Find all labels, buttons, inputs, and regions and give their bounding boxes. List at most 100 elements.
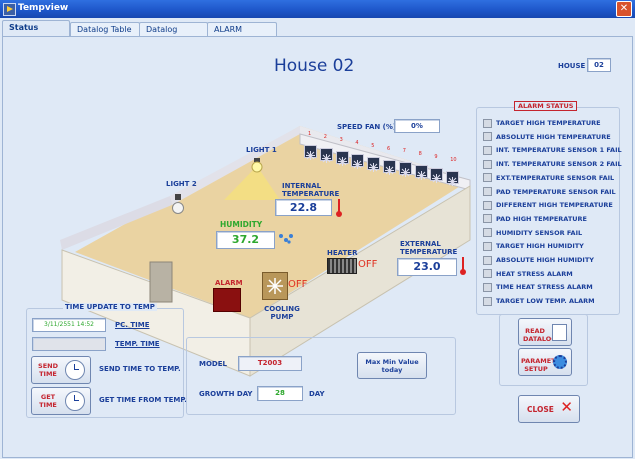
alarm-status-item: PAD HIGH TEMPERATURE (483, 214, 587, 224)
alarm-status-item: ABSOLUTE HIGH HUMIDITY (483, 255, 594, 265)
alarm-status-text: INT. TEMPERATURE SENSOR 1 FAIL (496, 146, 622, 155)
fan-number-label: 9 (434, 154, 438, 161)
light1-label: LIGHT 1 (246, 146, 277, 154)
alarm-status-item: INT. TEMPERATURE SENSOR 2 FAIL (483, 159, 622, 169)
alarm-status-item: HEAT STRESS ALARM (483, 269, 573, 279)
fan-number-label: 4 (355, 139, 359, 146)
front-door (149, 261, 173, 303)
alarm-led-icon (483, 173, 492, 183)
alarm-led-icon (483, 282, 492, 292)
alarm-status-text: HEAT STRESS ALARM (496, 269, 573, 278)
alarm-status-text: TARGET HIGH HUMIDITY (496, 242, 584, 251)
temp-time-field (32, 337, 106, 351)
heater-label: HEATER (327, 249, 358, 257)
pc-time-field: 3/11/2551 14:52 (32, 318, 106, 332)
alarm-led-icon (483, 296, 492, 306)
house-alarm-label: ALARM (215, 279, 243, 287)
humidity-label: HUMIDITY (220, 220, 263, 229)
light1-bulb-icon (251, 158, 263, 174)
external-temp-label: EXTERNAL TEMPERATURE (400, 240, 458, 256)
fan-number-label: 2 (323, 133, 327, 140)
alarm-led-icon (483, 255, 492, 265)
alarm-led-icon (483, 145, 492, 155)
alarm-status-item: TARGET HIGH HUMIDITY (483, 241, 584, 251)
alarm-status-item: TARGET LOW TEMP. ALARM (483, 296, 595, 306)
cooling-state: OFF (288, 279, 308, 290)
alarm-led-icon (483, 241, 492, 251)
model-value: T2003 (238, 356, 302, 371)
fan-number-label: 3 (339, 136, 343, 143)
fan-number-label: 1 (308, 131, 312, 137)
alarm-led-icon (483, 269, 492, 279)
exhaust-fan-icon (351, 153, 365, 169)
close-button[interactable]: CLOSE ✕ (518, 395, 580, 423)
alarm-status-text: HUMIDITY SENSOR FAIL (496, 228, 583, 237)
pc-time-label: PC. TIME (115, 321, 150, 329)
water-drops-icon (278, 230, 294, 244)
alarm-status-item: DIFFERENT HIGH TEMPERATURE (483, 200, 613, 210)
external-thermometer-icon (460, 257, 466, 275)
alarm-status-item: TARGET HIGH TEMPERATURE (483, 118, 601, 128)
alarm-status-title: ALARM STATUS (514, 101, 578, 111)
growth-day-unit: DAY (309, 390, 325, 398)
read-datalog-button[interactable]: READ DATALOG (518, 318, 572, 346)
gear-icon (553, 355, 567, 369)
alarm-status-text: PAD TEMPERATURE SENSOR FAIL (496, 187, 616, 196)
alarm-status-text: EXT.TEMPERATURE SENSOR FAIL (496, 173, 615, 182)
fan-number-label: 5 (371, 142, 375, 149)
parameter-setup-button[interactable]: PARAMETER SETUP (518, 348, 572, 376)
alarm-led-icon (483, 118, 492, 128)
alarm-status-item: HUMIDITY SENSOR FAIL (483, 228, 582, 238)
internal-temp-label: INTERNAL TEMPERATURE (282, 182, 340, 198)
exhaust-fan-icon (304, 145, 317, 160)
model-label: MODEL (199, 360, 227, 368)
alarm-status-item: TIME HEAT STRESS ALARM (483, 282, 593, 292)
alarm-status-item: ABSOLUTE HIGH TEMPERATURE (483, 132, 611, 142)
speed-fan-value: 0% (394, 119, 440, 133)
alarm-status-text: INT. TEMPERATURE SENSOR 2 FAIL (496, 160, 622, 169)
exhaust-fan-icon (398, 162, 412, 178)
fan-number-label: 10 (450, 157, 457, 164)
alarm-led-icon (483, 132, 492, 142)
alarm-led-icon (483, 214, 492, 224)
speed-fan-label: SPEED FAN (%) (337, 123, 397, 131)
fan-number-label: 6 (387, 145, 391, 152)
alarm-indicator (213, 288, 241, 312)
temp-time-label: TEMP. TIME (115, 340, 160, 348)
exhaust-fan-icon (446, 171, 460, 187)
internal-temp-value: 22.8 (275, 199, 332, 216)
alarm-status-item: INT. TEMPERATURE SENSOR 1 FAIL (483, 145, 622, 155)
get-time-button[interactable]: GET TIME (31, 387, 91, 415)
cooling-pump-icon (262, 272, 288, 300)
alarm-status-item: EXT.TEMPERATURE SENSOR FAIL (483, 173, 614, 183)
exhaust-fan-icon (367, 156, 381, 172)
thermometer-icon (336, 199, 342, 217)
light2-label: LIGHT 2 (166, 180, 197, 188)
alarm-status-text: ABSOLUTE HIGH TEMPERATURE (496, 132, 611, 141)
close-x-icon: ✕ (560, 398, 573, 416)
exhaust-fan-icon (430, 168, 444, 184)
alarm-led-icon (483, 159, 492, 169)
exhaust-fan-icon (335, 150, 349, 166)
fan-number-label: 7 (402, 148, 406, 155)
humidity-value: 37.2 (216, 231, 275, 249)
send-time-description: SEND TIME TO TEMP. (99, 365, 181, 373)
cooling-pump-label: COOLING PUMP (264, 305, 300, 321)
time-update-title: TIME UPDATE TO TEMP (63, 303, 157, 311)
max-min-value-button[interactable]: Max Min Value today (357, 352, 427, 379)
growth-day-label: GROWTH DAY (199, 390, 253, 398)
alarm-led-icon (483, 200, 492, 210)
alarm-status-item: PAD TEMPERATURE SENSOR FAIL (483, 187, 616, 197)
alarm-status-text: DIFFERENT HIGH TEMPERATURE (496, 201, 613, 210)
alarm-status-text: TIME HEAT STRESS ALARM (496, 283, 593, 292)
alarm-status-text: TARGET HIGH TEMPERATURE (496, 119, 601, 127)
growth-day-value: 28 (257, 386, 303, 401)
alarm-led-icon (483, 187, 492, 196)
alarm-status-text: ABSOLUTE HIGH HUMIDITY (496, 256, 594, 264)
exhaust-fan-icon (319, 147, 333, 163)
fan-number-label: 8 (418, 151, 422, 158)
send-time-button[interactable]: SEND TIME (31, 356, 91, 384)
get-time-description: GET TIME FROM TEMP. (99, 396, 187, 404)
light2-bulb-icon (172, 194, 184, 216)
heater-icon (327, 258, 357, 274)
